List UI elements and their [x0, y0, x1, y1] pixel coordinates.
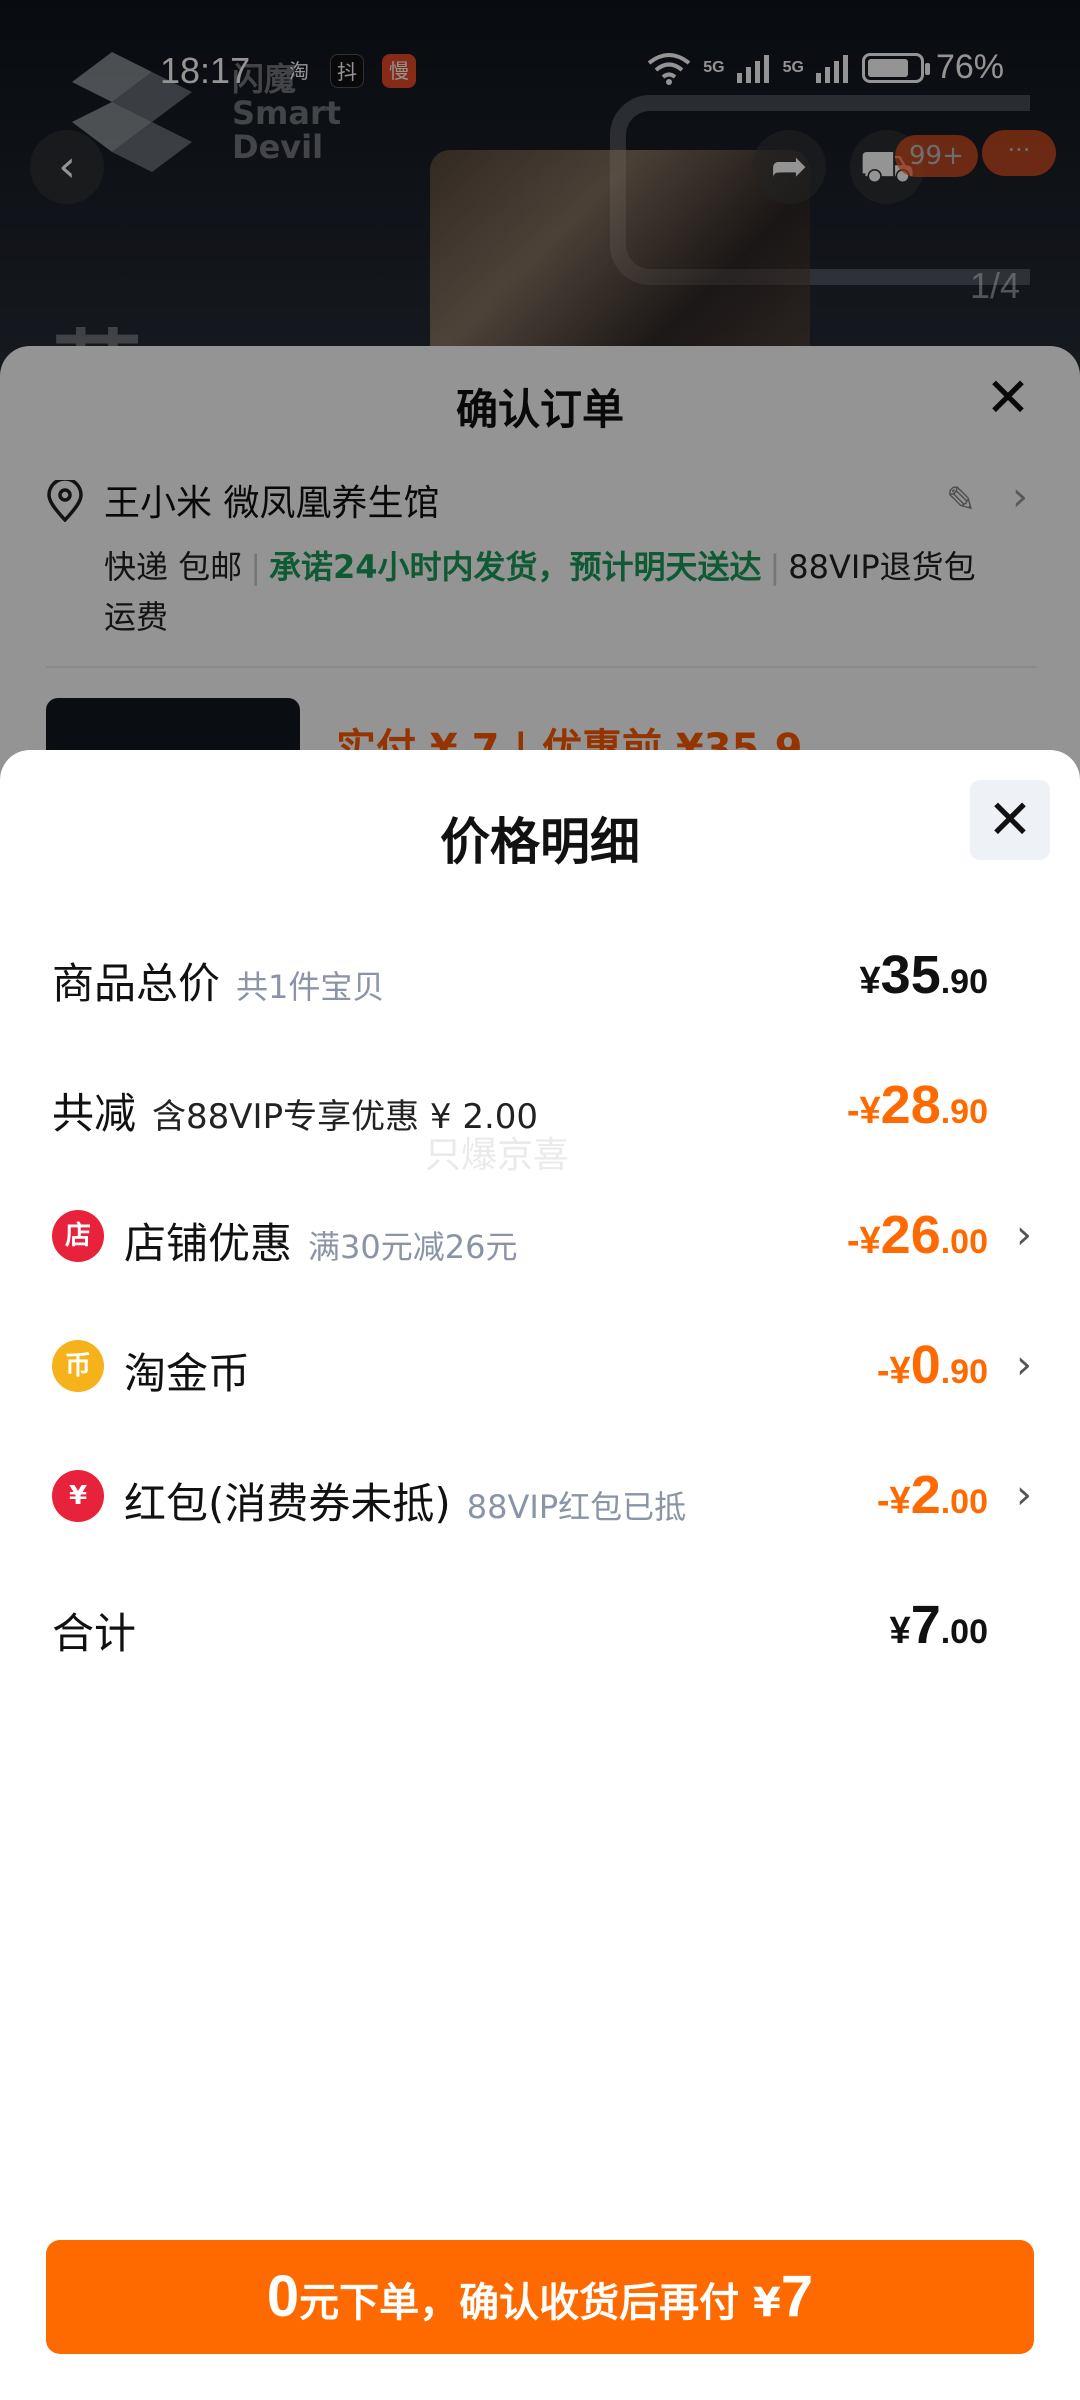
- row-label: 店铺优惠: [124, 1219, 293, 1268]
- row-label: 共减: [52, 1089, 137, 1138]
- coin-icon: 币: [52, 1340, 104, 1392]
- red-packet-icon: ¥: [52, 1470, 104, 1522]
- row-label: 商品总价: [52, 959, 221, 1008]
- shop-icon: 店: [52, 1210, 104, 1262]
- row-sub: 88VIP红包已抵: [466, 1488, 687, 1526]
- row-sub: 含88VIP专享优惠 ¥ 2.00: [152, 1097, 539, 1137]
- chevron-right-icon: ›: [1016, 1212, 1032, 1258]
- row-label: 合计: [52, 1609, 137, 1658]
- row-grand-total: 合计 ¥7.00: [52, 1590, 1028, 1670]
- row-amount: -¥28.90: [846, 1075, 988, 1135]
- chevron-right-icon: ›: [1016, 1472, 1032, 1518]
- row-amount: ¥35.90: [859, 945, 988, 1005]
- row-goods-total: 商品总价 共1件宝贝 ¥35.90: [52, 940, 1028, 1020]
- row-amount: -¥2.00: [876, 1465, 988, 1525]
- row-sub: 满30元减26元: [308, 1228, 518, 1266]
- chevron-right-icon: ›: [1016, 1342, 1032, 1388]
- row-total-discount: 共减 含88VIP专享优惠 ¥ 2.00 -¥28.90: [52, 1070, 1028, 1150]
- cta-text: 元下单，确认收货后再付 ¥: [299, 2280, 781, 2326]
- row-taojinbi[interactable]: 币 淘金币 -¥0.90 ›: [52, 1330, 1032, 1410]
- cta-amount: 7: [780, 2264, 814, 2329]
- row-amount: ¥7.00: [889, 1595, 988, 1655]
- row-label: 淘金币: [124, 1349, 251, 1398]
- price-detail-title: 价格明细: [440, 813, 640, 871]
- place-order-button[interactable]: 0元下单，确认收货后再付 ¥7: [46, 2240, 1034, 2354]
- cta-prefix: 0: [266, 2264, 300, 2329]
- row-amount: -¥26.00: [846, 1205, 988, 1265]
- row-red-packet[interactable]: ¥ 红包(消费券未抵) 88VIP红包已抵 -¥2.00 ›: [52, 1460, 1032, 1540]
- row-label: 红包(消费券未抵): [124, 1479, 451, 1528]
- price-detail-sheet: 价格明细 ✕ 只爆京喜 商品总价 共1件宝贝 ¥35.90 共减 含88VIP专享优…: [0, 750, 1080, 2400]
- row-shop-discount[interactable]: 店 店铺优惠 满30元减26元 -¥26.00 ›: [52, 1200, 1032, 1280]
- close-icon[interactable]: ✕: [970, 780, 1050, 860]
- row-sub: 共1件宝贝: [236, 968, 385, 1006]
- row-amount: -¥0.90: [876, 1335, 988, 1395]
